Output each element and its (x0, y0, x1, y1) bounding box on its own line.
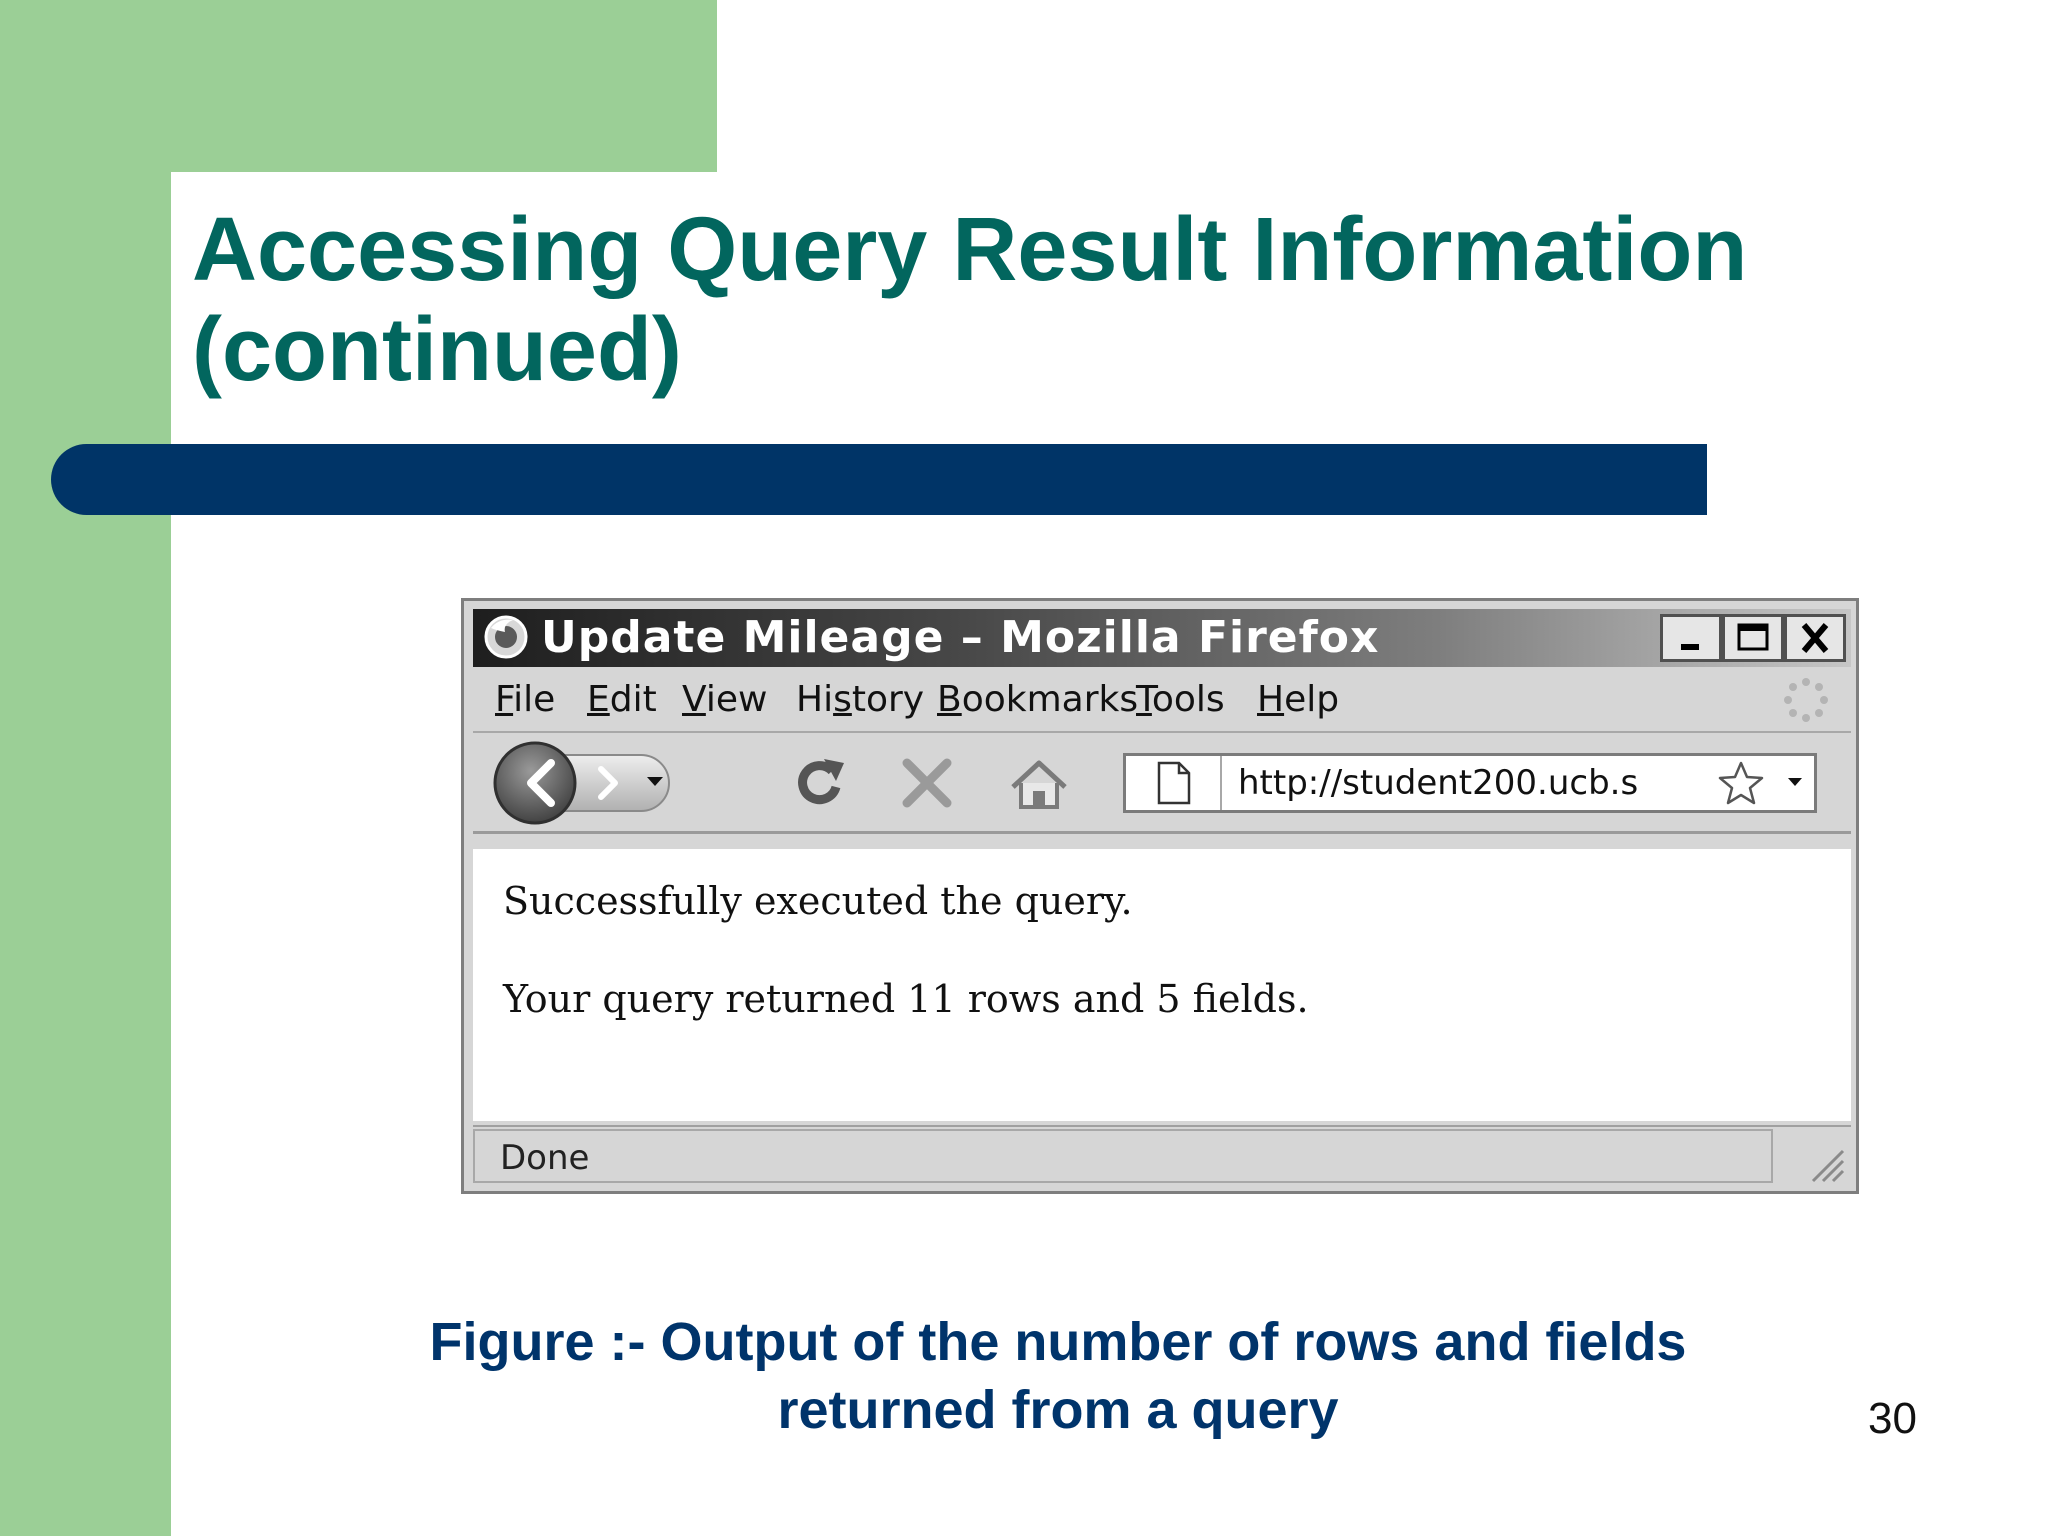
minimize-icon (1681, 644, 1699, 650)
menu-tools[interactable]: Tools (1136, 678, 1225, 722)
menu-bookmarks[interactable]: Bookmarks (937, 678, 1138, 722)
figure-caption: Figure :- Output of the number of rows a… (300, 1308, 1816, 1444)
url-input[interactable]: http://student200.ucb.s (1238, 763, 1708, 803)
url-bar[interactable]: http://student200.ucb.s (1123, 753, 1817, 813)
slide-title-line2: (continued) (192, 300, 682, 400)
menu-bookmarks-mnemonic: B (937, 679, 962, 720)
maximize-icon (1737, 623, 1769, 651)
success-message: Successfully executed the query. (503, 879, 1133, 923)
figure-caption-line1: Figure :- Output of the number of rows a… (429, 1312, 1687, 1372)
slide-number: 30 (1868, 1394, 1917, 1443)
menu-file[interactable]: File (495, 678, 555, 722)
url-dropdown-icon[interactable] (1784, 772, 1806, 792)
green-top-band (0, 0, 717, 172)
menu-tools-mnemonic: T (1136, 679, 1152, 720)
stop-icon[interactable] (897, 753, 957, 813)
maximize-button[interactable] (1722, 614, 1784, 662)
bookmark-star-icon[interactable] (1716, 759, 1766, 807)
menu-bookmarks-rest: ookmarks (961, 679, 1139, 720)
reload-icon[interactable] (788, 753, 850, 813)
resize-grip-icon[interactable] (1805, 1143, 1845, 1183)
history-dropdown-icon[interactable] (643, 771, 667, 791)
page-icon (1157, 761, 1191, 805)
firefox-icon (484, 615, 528, 659)
menu-edit-mnemonic: E (587, 679, 610, 720)
site-identity-button[interactable] (1126, 756, 1222, 810)
navigation-toolbar: http://student200.ucb.s (473, 733, 1851, 834)
menu-edit-rest: dit (609, 679, 657, 720)
menu-tools-rest: ools (1151, 679, 1225, 720)
title-underline-bar (51, 444, 1707, 515)
menu-history-pre: Hi (796, 679, 834, 720)
menu-edit[interactable]: Edit (587, 678, 657, 722)
menu-history-mnemonic: s (833, 679, 852, 720)
window-title: Update Mileage – Mozilla Firefox (541, 612, 1380, 663)
rows-fields-message: Your query returned 11 rows and 5 fields… (503, 977, 1309, 1021)
menu-history-rest: tory (851, 679, 925, 720)
slide-title-line1: Accessing Query Result Information (192, 200, 1748, 300)
menu-history[interactable]: History (796, 678, 924, 722)
back-arrow-icon[interactable] (513, 753, 573, 813)
status-panel: Done (473, 1129, 1773, 1183)
menu-view-mnemonic: V (682, 679, 706, 720)
throbber-icon (1784, 678, 1828, 722)
slide-title: Accessing Query Result Information (cont… (192, 200, 1747, 400)
close-button[interactable] (1784, 614, 1846, 662)
menu-file-rest: ile (513, 679, 556, 720)
menu-help[interactable]: Help (1257, 678, 1339, 722)
green-sidebar (0, 0, 171, 1536)
window-titlebar[interactable]: Update Mileage – Mozilla Firefox (473, 609, 1851, 667)
home-icon[interactable] (1007, 755, 1071, 813)
menu-file-mnemonic: F (495, 679, 514, 720)
minimize-button[interactable] (1660, 614, 1722, 662)
close-icon (1801, 623, 1829, 653)
menu-help-rest: elp (1284, 679, 1340, 720)
menu-view-rest: iew (705, 679, 768, 720)
menu-help-mnemonic: H (1257, 679, 1285, 720)
menu-view[interactable]: View (682, 678, 767, 722)
forward-arrow-icon[interactable] (583, 755, 633, 811)
page-content: Successfully executed the query. Your qu… (473, 849, 1851, 1121)
menu-bar: File Edit View History Bookmarks Tools H… (473, 669, 1851, 733)
status-bar: Done (473, 1125, 1851, 1187)
status-text: Done (500, 1138, 590, 1178)
browser-window: Update Mileage – Mozilla Firefox File Ed… (461, 598, 1859, 1194)
figure-caption-line2: returned from a query (777, 1380, 1339, 1440)
